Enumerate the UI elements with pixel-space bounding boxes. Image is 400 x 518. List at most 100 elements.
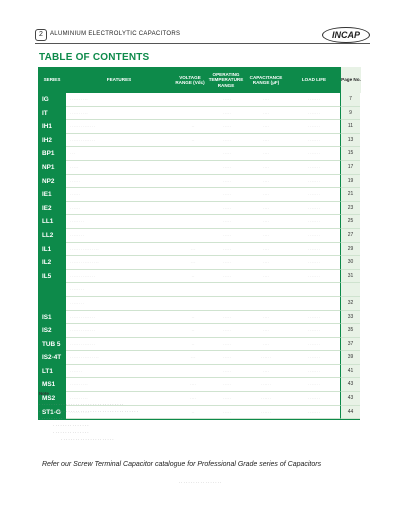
voltage-cell: · · [191,273,195,278]
voltage-cell [178,147,208,160]
capacitance-cell: · · · · [262,192,270,197]
temperature-cell: · · · · · [222,205,232,210]
header-series: SERIES [43,77,61,83]
page-number: 30 [340,256,360,270]
features-cell: · · · · · · · · · · · · · · [70,328,95,333]
page-number: 23 [340,201,360,216]
note-line: · · · · · · · · · · [39,416,63,421]
series-code: IH2 [42,136,52,144]
load-life-cell: · · · · · · · [308,219,320,224]
page-number [340,283,360,297]
header-load-life: LOAD LIFE [301,77,327,83]
temperature-cell: · · · · · [222,314,232,319]
load-life-cell: · · · · · · · [308,178,320,183]
features-cell: · · · · · · · · · · · · · · [70,314,95,319]
row-details: · · · · · · · · · · · · · · · · · · · · · · [66,188,340,202]
capacitance-cell: · · · · [262,232,270,237]
series-code: NP2 [42,177,55,185]
table-row: IL2 · · · · · · · · · · · · · · · · · · · ·… [38,256,360,270]
capacitance-cell [246,283,286,296]
capacitance-cell: · · · · [262,137,270,142]
features-cell: · · · [70,151,75,156]
incap-logo: INCAP [322,27,370,43]
table-row: NP1 · · · · · · · · · · · · · · · · · · · · … [38,160,360,175]
load-life-cell: · · · · · · · [308,192,320,197]
toc-table: SERIES FEATURES VOLTAGE RANGE (Vdc) OPER… [38,67,361,421]
table-row: LL2 · · · · · · · · · · · · · · · · · · · · … [38,228,360,243]
page-number: 25 [340,215,360,229]
temperature-cell: · · · · · [222,124,232,129]
table-row: TUB 5 · · · · · · · · · · · · · · · · · · ·… [38,337,360,352]
table-row: · · · · · · · · [38,283,360,297]
header-divider [35,43,370,44]
header-temperature: OPERATING TEMPERATURE RANGE [208,71,244,88]
temperature-cell: · · · · · [222,110,232,115]
page-header: 2 ALUMINIUM ELECTROLYTIC CAPACITORS INCA… [35,27,370,45]
load-life-cell [292,283,336,296]
temperature-cell: · · · · · [222,382,232,387]
voltage-cell: · · · [190,355,196,360]
voltage-cell: · · · [190,246,196,251]
temperature-cell: · · · · · [222,355,232,360]
features-cell: · · · · · · · · [70,232,84,237]
capacitance-cell: · · · · [262,124,270,129]
page-number: 35 [340,324,360,338]
capacitance-cell: · · · · [262,110,270,115]
page-number: 11 [340,120,360,134]
capacitance-cell: · · · · [262,178,270,183]
temperature-cell: · · · · · [222,260,232,265]
temperature-cell: · · · · · [222,232,232,237]
note-line: · · · · · · · · · · · · · · · · · · · · … [61,437,114,442]
load-life-cell: · · · · · · · [308,164,320,169]
features-cell: · · · · · · · [70,368,82,373]
table-row: IS1 · · · · · · · · · · · · · · · · · · · ·… [38,310,360,325]
page-number: 32 [340,296,360,311]
capacitance-cell: · · · · [262,164,270,169]
temperature-cell: · · · · · [222,219,232,224]
voltage-cell [178,365,208,378]
row-details: · · · · · · · · · · · · · · · · · · · · · · [66,201,340,216]
features-cell: · · · · · · · · · · [70,97,88,101]
table-row: IL1 · · · · · · · · · · · · · · · · · · · ·… [38,242,360,257]
series-code: IT [42,109,48,117]
load-life-cell: · · · · · · · [308,205,320,210]
page-number: 37 [340,337,360,352]
load-life-cell [292,297,336,310]
series-code: IG [42,96,49,103]
page-number: 7 [340,93,360,107]
page-number: 41 [340,364,360,379]
row-details: · · · · · · · · [66,283,340,297]
notes-section: Note · · · · · · · · · · · · · · · · · ·… [39,391,359,443]
series-code: IL5 [42,272,52,280]
capacitance-cell: · · · · [262,205,270,210]
row-details: · · · · · · · · · · · · · · · · · · · · · ·… [66,310,340,325]
capacitance-cell [246,297,286,310]
voltage-cell [178,215,208,228]
temperature-cell: · · · · · [222,328,232,333]
series-code: IE2 [42,204,52,212]
header-voltage: VOLTAGE RANGE (Vdc) [175,74,205,85]
voltage-cell: · · [191,328,195,333]
load-life-cell: · · · · · · · [308,232,320,237]
features-cell: · · · · · · · · · · · · · · · · [70,355,99,360]
table-row: IH2 · · · · · · · · · · · · · · · · · · · ·… [38,133,360,148]
features-cell: · · · · · · · · [70,287,84,292]
toc-title: TABLE OF CONTENTS [39,52,150,63]
table-row: IT · · · · · · · · · · · · · · · · · · · · ·… [38,106,360,121]
row-details: · · · · · · · · · · · · · · · · · · · · · … [66,351,340,365]
capacitance-cell: · · · · [262,328,270,333]
voltage-cell: · · · · [189,382,197,387]
capacitance-cell: · · · · [262,273,270,278]
row-details: · · · · · · · · · · · · · · · · · · · · · ·… [66,364,340,379]
capacitance-cell: · · · · [262,314,270,319]
note-line: · · · · · · · · · · · · · · · · · · · · … [39,409,139,414]
capacitance-cell: · · · · [262,260,270,265]
capacitance-cell: · · · · [262,368,270,373]
page-number: 27 [340,228,360,243]
load-life-cell: · · · · · · · [308,382,320,387]
load-life-cell: · · · · · · · [308,110,320,115]
temperature-cell: · · · · · [222,273,232,278]
table-row: BP1 · · · · · · · · · · · · · · · · · · · 15 [38,147,360,161]
temperature-cell [210,283,244,296]
load-life-cell: · · · · · · · [308,246,320,251]
